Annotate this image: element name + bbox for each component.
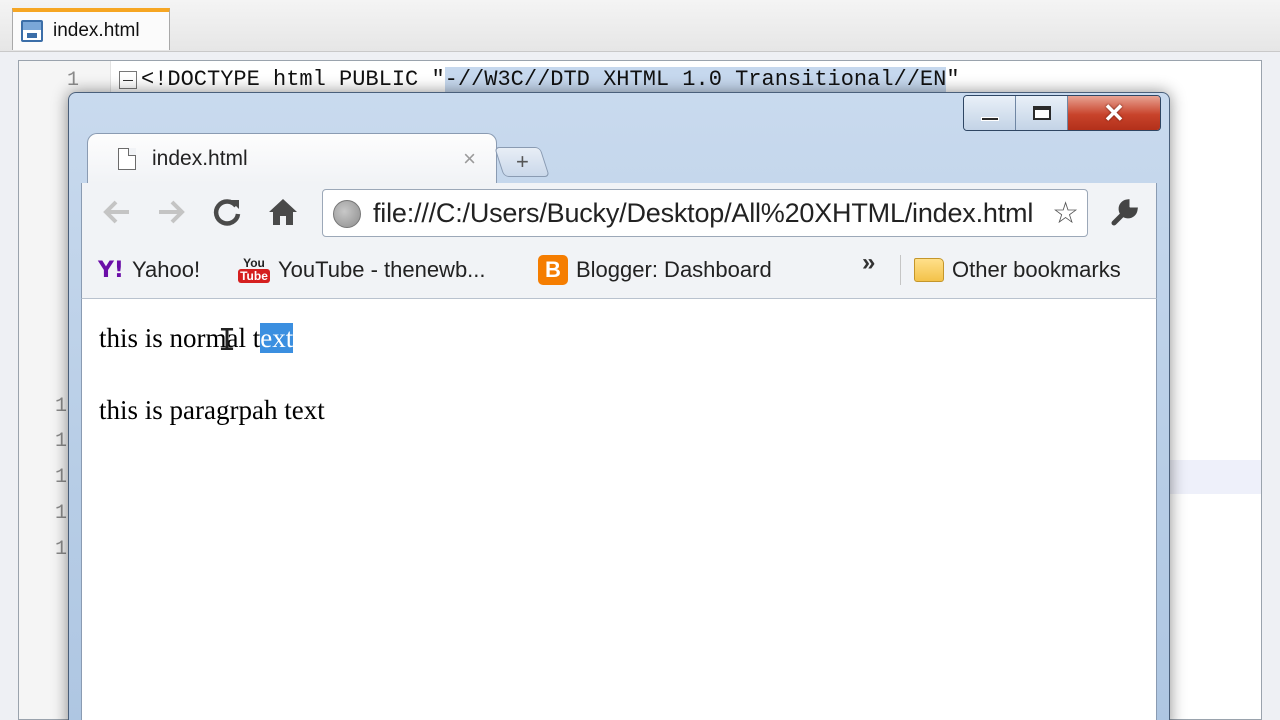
yahoo-icon: Y!: [98, 257, 124, 283]
plus-icon: +: [515, 149, 529, 174]
fold-toggle-icon[interactable]: [119, 71, 137, 89]
code-text: <!DOCTYPE html PUBLIC ": [141, 67, 445, 92]
bookmark-blogger[interactable]: B Blogger: Dashboard: [538, 253, 772, 287]
youtube-icon: You Tube: [238, 256, 270, 283]
normal-text-unselected: this is normal t: [99, 323, 261, 353]
minimize-icon: [980, 117, 999, 121]
star-icon[interactable]: ☆: [1046, 196, 1079, 231]
folder-icon: [914, 258, 944, 282]
tab-title: index.html: [152, 146, 248, 170]
reload-button[interactable]: [210, 197, 244, 227]
bookmarks-bar: Y! Yahoo! You Tube YouTube - thenewb... B…: [81, 241, 1157, 299]
file-save-icon: [21, 20, 43, 42]
maximize-icon: [1032, 106, 1051, 120]
forward-button[interactable]: [154, 197, 188, 227]
new-tab-button[interactable]: +: [494, 147, 550, 177]
globe-icon: [333, 200, 361, 228]
tab-strip: index.html × +: [81, 129, 1157, 183]
page-icon: [118, 147, 136, 170]
window-controls: ✕: [963, 95, 1161, 131]
arrow-right-icon: [159, 200, 185, 224]
address-bar[interactable]: file:///C:/Users/Bucky/Desktop/All%20XHT…: [322, 189, 1088, 237]
bookmark-label: Yahoo!: [131, 257, 201, 282]
bookmark-yahoo[interactable]: Y! Yahoo!: [98, 253, 200, 287]
code-selection: -//W3C//DTD XHTML 1.0 Transitional//EN: [444, 67, 947, 92]
url-text: file:///C:/Users/Bucky/Desktop/All%20XHT…: [373, 197, 1034, 228]
line-number: 1: [66, 69, 79, 92]
text-cursor-icon: I: [218, 323, 237, 358]
code-line[interactable]: <!DOCTYPE html PUBLIC "-//W3C//DTD XHTML…: [141, 67, 960, 93]
bookmark-youtube[interactable]: You Tube YouTube - thenewb...: [238, 253, 486, 287]
maximize-button[interactable]: [1016, 96, 1068, 130]
bookmark-label: Blogger: Dashboard: [576, 257, 772, 282]
reload-icon: [213, 199, 241, 226]
code-text: ": [946, 67, 960, 92]
home-button[interactable]: [266, 197, 300, 227]
bookmarks-overflow-chevron-icon[interactable]: »: [862, 249, 875, 277]
settings-button[interactable]: [1102, 193, 1146, 233]
close-window-button[interactable]: ✕: [1068, 96, 1160, 130]
normal-text[interactable]: this is normal text: [99, 323, 294, 354]
text-selection: ext: [260, 323, 294, 353]
browser-toolbar: file:///C:/Users/Bucky/Desktop/All%20XHT…: [81, 183, 1157, 241]
browser-window: ✕ index.html × + file:///C:/Users/Bucky/…: [68, 92, 1170, 720]
tab-close-icon[interactable]: ×: [463, 146, 476, 172]
arrow-left-icon: [103, 200, 129, 224]
paragraph-text[interactable]: this is paragrpah text: [99, 395, 325, 426]
bookmarks-separator: [900, 255, 901, 285]
page-viewport[interactable]: this is normal text I this is paragrpah …: [81, 299, 1157, 720]
minimize-button[interactable]: [964, 96, 1016, 130]
blogger-icon: B: [538, 255, 568, 285]
tab-index-html[interactable]: index.html ×: [87, 133, 497, 183]
bookmark-label: Other bookmarks: [952, 257, 1121, 282]
close-icon: ✕: [1103, 98, 1125, 128]
wrench-icon: [1111, 199, 1138, 226]
editor-tab-index[interactable]: index.html: [12, 8, 170, 50]
other-bookmarks-folder[interactable]: Other bookmarks: [914, 253, 1121, 287]
bookmark-label: YouTube - thenewb...: [278, 257, 486, 282]
editor-tab-bar: index.html: [0, 0, 1280, 52]
editor-tab-label: index.html: [53, 20, 140, 41]
back-button[interactable]: [100, 197, 134, 227]
home-icon: [269, 199, 297, 225]
